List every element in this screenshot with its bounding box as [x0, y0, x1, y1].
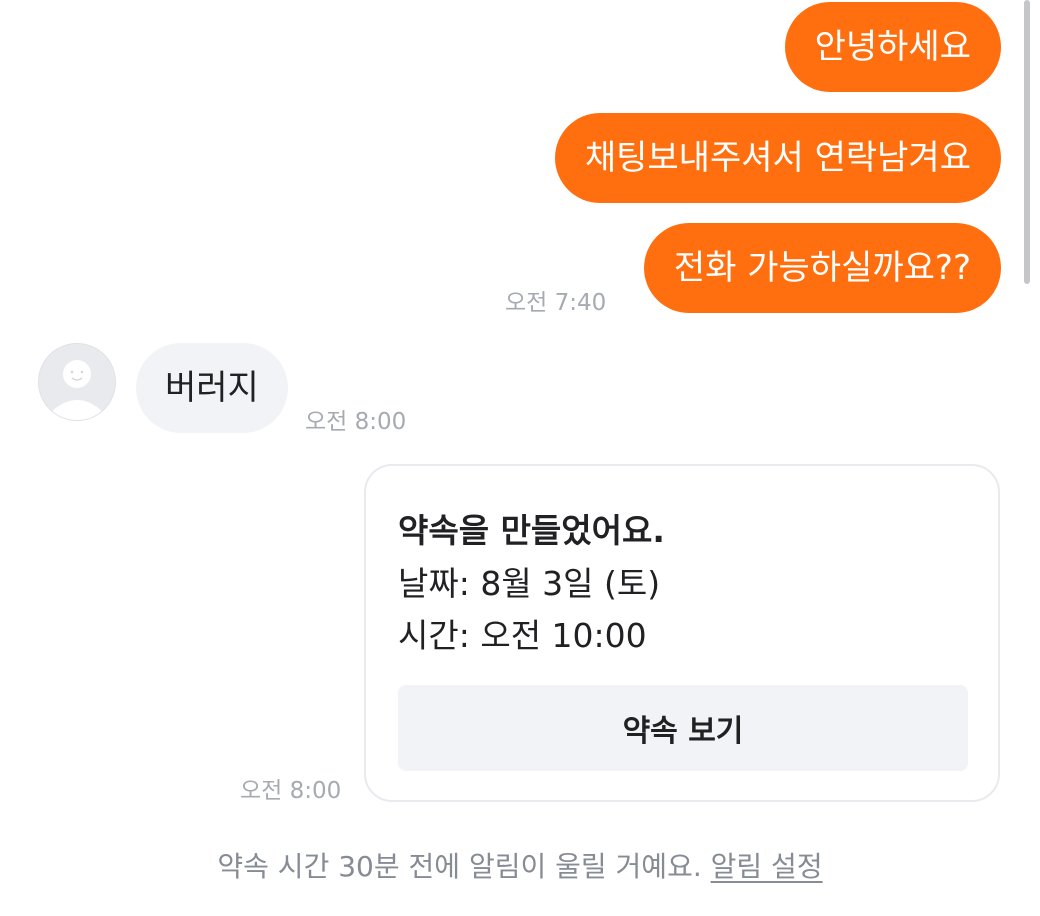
message-text: 전화 가능하실까요??	[673, 248, 971, 288]
view-appointment-button[interactable]: 약속 보기	[398, 685, 968, 771]
message-timestamp: 오전 8:00	[240, 778, 342, 804]
incoming-message-bubble[interactable]: 버러지	[136, 343, 288, 433]
message-text: 버러지	[165, 368, 259, 408]
notification-settings-link[interactable]: 알림 설정	[711, 850, 823, 883]
message-timestamp: 오전 8:00	[305, 409, 407, 435]
message-text: 안녕하세요	[814, 27, 971, 67]
appointment-title: 약속을 만들었어요.	[398, 511, 665, 550]
view-appointment-label: 약속 보기	[622, 714, 744, 749]
appointment-card[interactable]: 약속을 만들었어요. 날짜: 8월 3일 (토) 시간: 오전 10:00 약속…	[364, 464, 1000, 802]
profile-avatar[interactable]	[38, 343, 116, 421]
appointment-date: 날짜: 8월 3일 (토)	[398, 564, 661, 603]
message-text: 채팅보내주셔서 연락남겨요	[584, 138, 971, 178]
default-profile-icon	[39, 344, 115, 420]
scrollbar[interactable]	[1024, 0, 1030, 284]
outgoing-message-bubble[interactable]: 전화 가능하실까요??	[643, 223, 1001, 313]
appointment-time: 시간: 오전 10:00	[398, 616, 647, 655]
reminder-notice: 약속 시간 30분 전에 알림이 울릴 거예요. 알림 설정	[0, 845, 1040, 885]
chat-message-list[interactable]: 안녕하세요 채팅보내주셔서 연락남겨요 전화 가능하실까요?? 오전 7:40 …	[0, 0, 1040, 916]
reminder-notice-text: 약속 시간 30분 전에 알림이 울릴 거예요.	[217, 850, 702, 883]
message-timestamp: 오전 7:40	[505, 290, 607, 316]
outgoing-message-bubble[interactable]: 채팅보내주셔서 연락남겨요	[554, 113, 1001, 203]
outgoing-message-bubble[interactable]: 안녕하세요	[784, 2, 1001, 92]
